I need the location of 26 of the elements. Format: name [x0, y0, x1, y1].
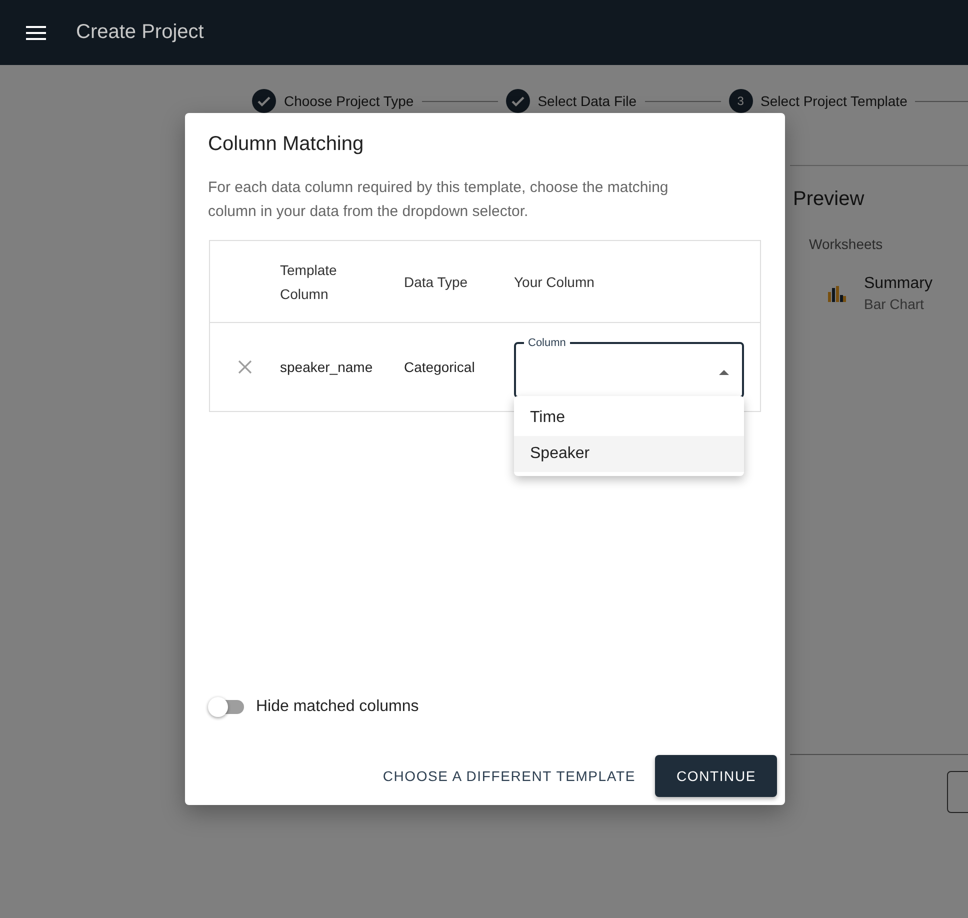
table-cell-text: Categorical: [404, 359, 476, 375]
step-label: Select Data File: [538, 93, 637, 109]
text-button[interactable]: CHOOSE A DIFFERENT TEMPLATE: [370, 758, 648, 794]
bar-chart-icon: [828, 286, 846, 302]
app-title: Create Project: [76, 21, 204, 44]
menu-item[interactable]: Time: [514, 400, 744, 436]
worksheet-name[interactable]: Summary: [864, 275, 932, 293]
dialog-title: Column Matching: [208, 133, 365, 156]
dialog-description: For each data column required by this template, choose the matching column in your data from the dropdown selector.: [208, 178, 670, 222]
close-icon[interactable]: [238, 360, 252, 374]
section-label: Worksheets: [809, 236, 884, 252]
column-header: Data Type: [404, 272, 469, 292]
worksheet-type: Bar Chart: [864, 296, 925, 312]
column-header: Template Column: [280, 260, 338, 304]
toggle-label: Hide matched columns: [256, 698, 419, 716]
continue-button[interactable]: CONTINUE: [655, 755, 777, 797]
step-number: 3: [728, 89, 753, 113]
step-label: Select Project Template: [760, 93, 908, 109]
menu-item[interactable]: Speaker: [514, 436, 744, 472]
preview-heading: Preview: [793, 188, 866, 211]
column-header: Your Column: [514, 272, 596, 292]
step-label: Choose Project Type: [284, 93, 414, 109]
toggle-switch[interactable]: [208, 697, 244, 717]
caret-icon: [719, 370, 729, 375]
table-cell-text: speaker_name: [280, 359, 374, 375]
menu-icon[interactable]: [26, 26, 46, 40]
